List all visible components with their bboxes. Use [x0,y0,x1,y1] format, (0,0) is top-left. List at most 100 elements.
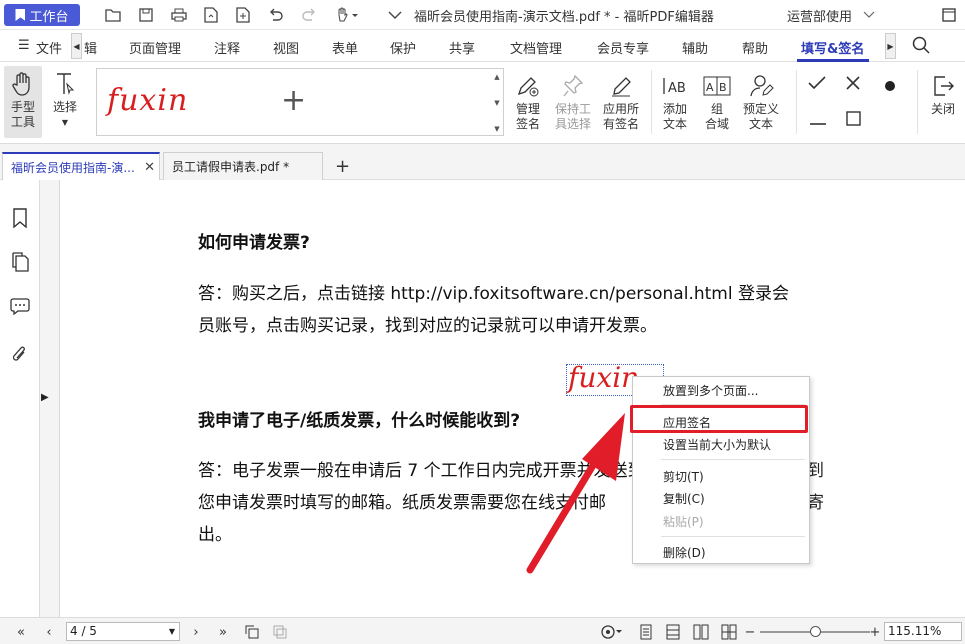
hand-dropdown-icon[interactable] [333,5,361,25]
status-bar: « ‹ 4 / 5 ▼ › » − + 115.11% [0,617,965,644]
page-number-field[interactable]: 4 / 5 ▼ [66,622,180,641]
facing-page-icon[interactable] [692,623,710,641]
comb-field-button[interactable]: AB 组 合域 [700,72,734,132]
select-tool-button[interactable]: 选择 ▼ [48,70,82,130]
print-icon[interactable] [169,5,189,25]
checkmark-icon[interactable] [808,74,826,95]
bookmark-icon[interactable] [8,206,32,230]
menu-scroll-left[interactable]: ◀ [71,33,82,59]
menu-member[interactable]: 会员专享 [597,38,649,57]
workbench-label: 工作台 [29,9,69,25]
gallery-scrollbar[interactable]: ▲ ▼ ▼ [493,73,501,133]
menu-view[interactable]: 视图 [273,38,299,57]
continuous-page-icon[interactable] [664,623,682,641]
highlight-box [630,405,808,433]
last-page-icon[interactable]: » [214,623,232,641]
menu-item-delete[interactable]: 删除(D) [663,544,706,561]
hamburger-icon[interactable]: ☰ [18,38,30,53]
menu-item-set-default-size[interactable]: 设置当前大小为默认 [663,436,771,453]
chevron-down-icon[interactable]: ▼ [169,623,175,640]
preset-text-button[interactable]: 预定义 文本 [739,72,783,132]
menu-separator [661,536,805,537]
page-rotate-icon[interactable] [243,623,261,641]
signature-gallery: fuxin + ▲ ▼ ▼ [96,68,504,136]
undo-icon[interactable] [266,5,286,25]
tab-member-guide[interactable]: 福昕会员使用指南-演... ✕ [2,152,160,180]
comments-icon[interactable] [8,294,32,318]
menu-item-place-multiple[interactable]: 放置到多个页面... [663,382,758,399]
manage-signature-button[interactable]: 管理 签名 [511,72,545,132]
menu-doc-management[interactable]: 文档管理 [510,38,562,57]
menu-comment[interactable]: 注释 [214,38,240,57]
chevron-down-icon[interactable] [385,5,405,25]
line-icon[interactable] [810,110,826,131]
add-text-button[interactable]: AB 添加 文本 [657,72,693,132]
save-icon[interactable] [136,5,156,25]
answer-paragraph: 答：购买之后，点击链接 http://vip.foxitsoftware.cn/… [198,278,838,342]
menu-edit[interactable]: 辑 [84,38,97,57]
add-signature-button[interactable]: + [281,83,306,118]
menu-scroll-right[interactable]: ▶ [885,33,896,59]
chevron-down-icon[interactable] [858,4,880,26]
zoom-level-field[interactable]: 115.11% [884,622,962,641]
zoom-in-icon[interactable]: + [866,623,884,641]
tab-leave-form[interactable]: 员工请假申请表.pdf * [163,152,323,180]
pen-icon [607,72,635,100]
apply-all-signatures-button[interactable]: 应用所 有签名 [598,72,644,132]
hand-icon [9,70,37,98]
menu-page-management[interactable]: 页面管理 [129,38,181,57]
hand-tool-label: 手型 工具 [10,100,35,129]
department-label[interactable]: 运营部使用 [787,6,852,25]
menu-form[interactable]: 表单 [332,38,358,57]
menu-help[interactable]: 帮助 [742,38,768,57]
add-tab-icon[interactable]: + [335,156,350,177]
reading-mode-icon[interactable] [600,623,624,641]
menu-file[interactable]: 文件 [36,38,62,57]
add-text-icon: AB [661,72,689,100]
rectangle-icon[interactable] [846,110,861,131]
pages-icon[interactable] [8,250,32,274]
menu-protect[interactable]: 保护 [390,38,416,57]
open-folder-icon[interactable] [103,5,123,25]
first-page-icon[interactable]: « [12,623,30,641]
previous-page-icon[interactable]: ‹ [40,623,58,641]
attachment-icon[interactable] [8,342,32,366]
menu-assist[interactable]: 辅助 [682,38,708,57]
signature-thumbnail[interactable]: fuxin [107,83,188,118]
menu-fill-sign[interactable]: 填写&签名 [801,38,864,57]
expand-panel-icon[interactable]: ▶ [41,392,49,403]
ribbon-divider [796,70,797,134]
menu-share[interactable]: 共享 [449,38,475,57]
cross-mark-icon[interactable] [846,74,860,95]
close-fill-sign-button[interactable]: 关闭 [926,72,960,117]
dot-icon[interactable] [884,76,896,97]
hand-tool-button[interactable]: 手型 工具 [4,66,42,138]
svg-text:A: A [706,81,714,94]
search-icon[interactable] [912,36,930,58]
create-pdf-icon[interactable] [201,5,221,25]
redo-icon[interactable] [299,5,319,25]
new-doc-icon[interactable] [233,5,253,25]
window-control-icon[interactable] [938,4,960,26]
continuous-facing-icon[interactable] [720,623,738,641]
close-icon[interactable]: ✕ [144,160,155,175]
pdf-page: 如何申请发票? 答：购买之后，点击链接 http://vip.foxitsoft… [61,180,965,617]
next-page-icon[interactable]: › [187,623,205,641]
chevron-down-icon: ▼ [61,118,69,127]
zoom-value: 115.11% [888,624,942,638]
zoom-slider-handle[interactable] [810,626,821,637]
menu-item-copy[interactable]: 复制(C) [663,490,705,507]
text-cursor-icon [51,70,79,98]
document-tabs: 福昕会员使用指南-演... ✕ 员工请假申请表.pdf * + [0,144,965,180]
svg-text:B: B [719,81,727,94]
single-page-icon[interactable] [637,623,655,641]
keep-tool-selected-button[interactable]: 保持工 具选择 [551,72,595,132]
menu-item-paste[interactable]: 粘贴(P) [663,513,704,530]
workbench-button[interactable]: 工作台 [4,4,80,26]
text-line: 答：购买之后，点击链接 http://vip.foxitsoftware.cn/… [198,284,789,304]
tab-label: 员工请假申请表.pdf * [172,160,290,174]
zoom-out-icon[interactable]: − [741,623,759,641]
person-text-icon [747,72,775,100]
menu-item-cut[interactable]: 剪切(T) [663,468,704,485]
page-copy-icon[interactable] [271,623,289,641]
